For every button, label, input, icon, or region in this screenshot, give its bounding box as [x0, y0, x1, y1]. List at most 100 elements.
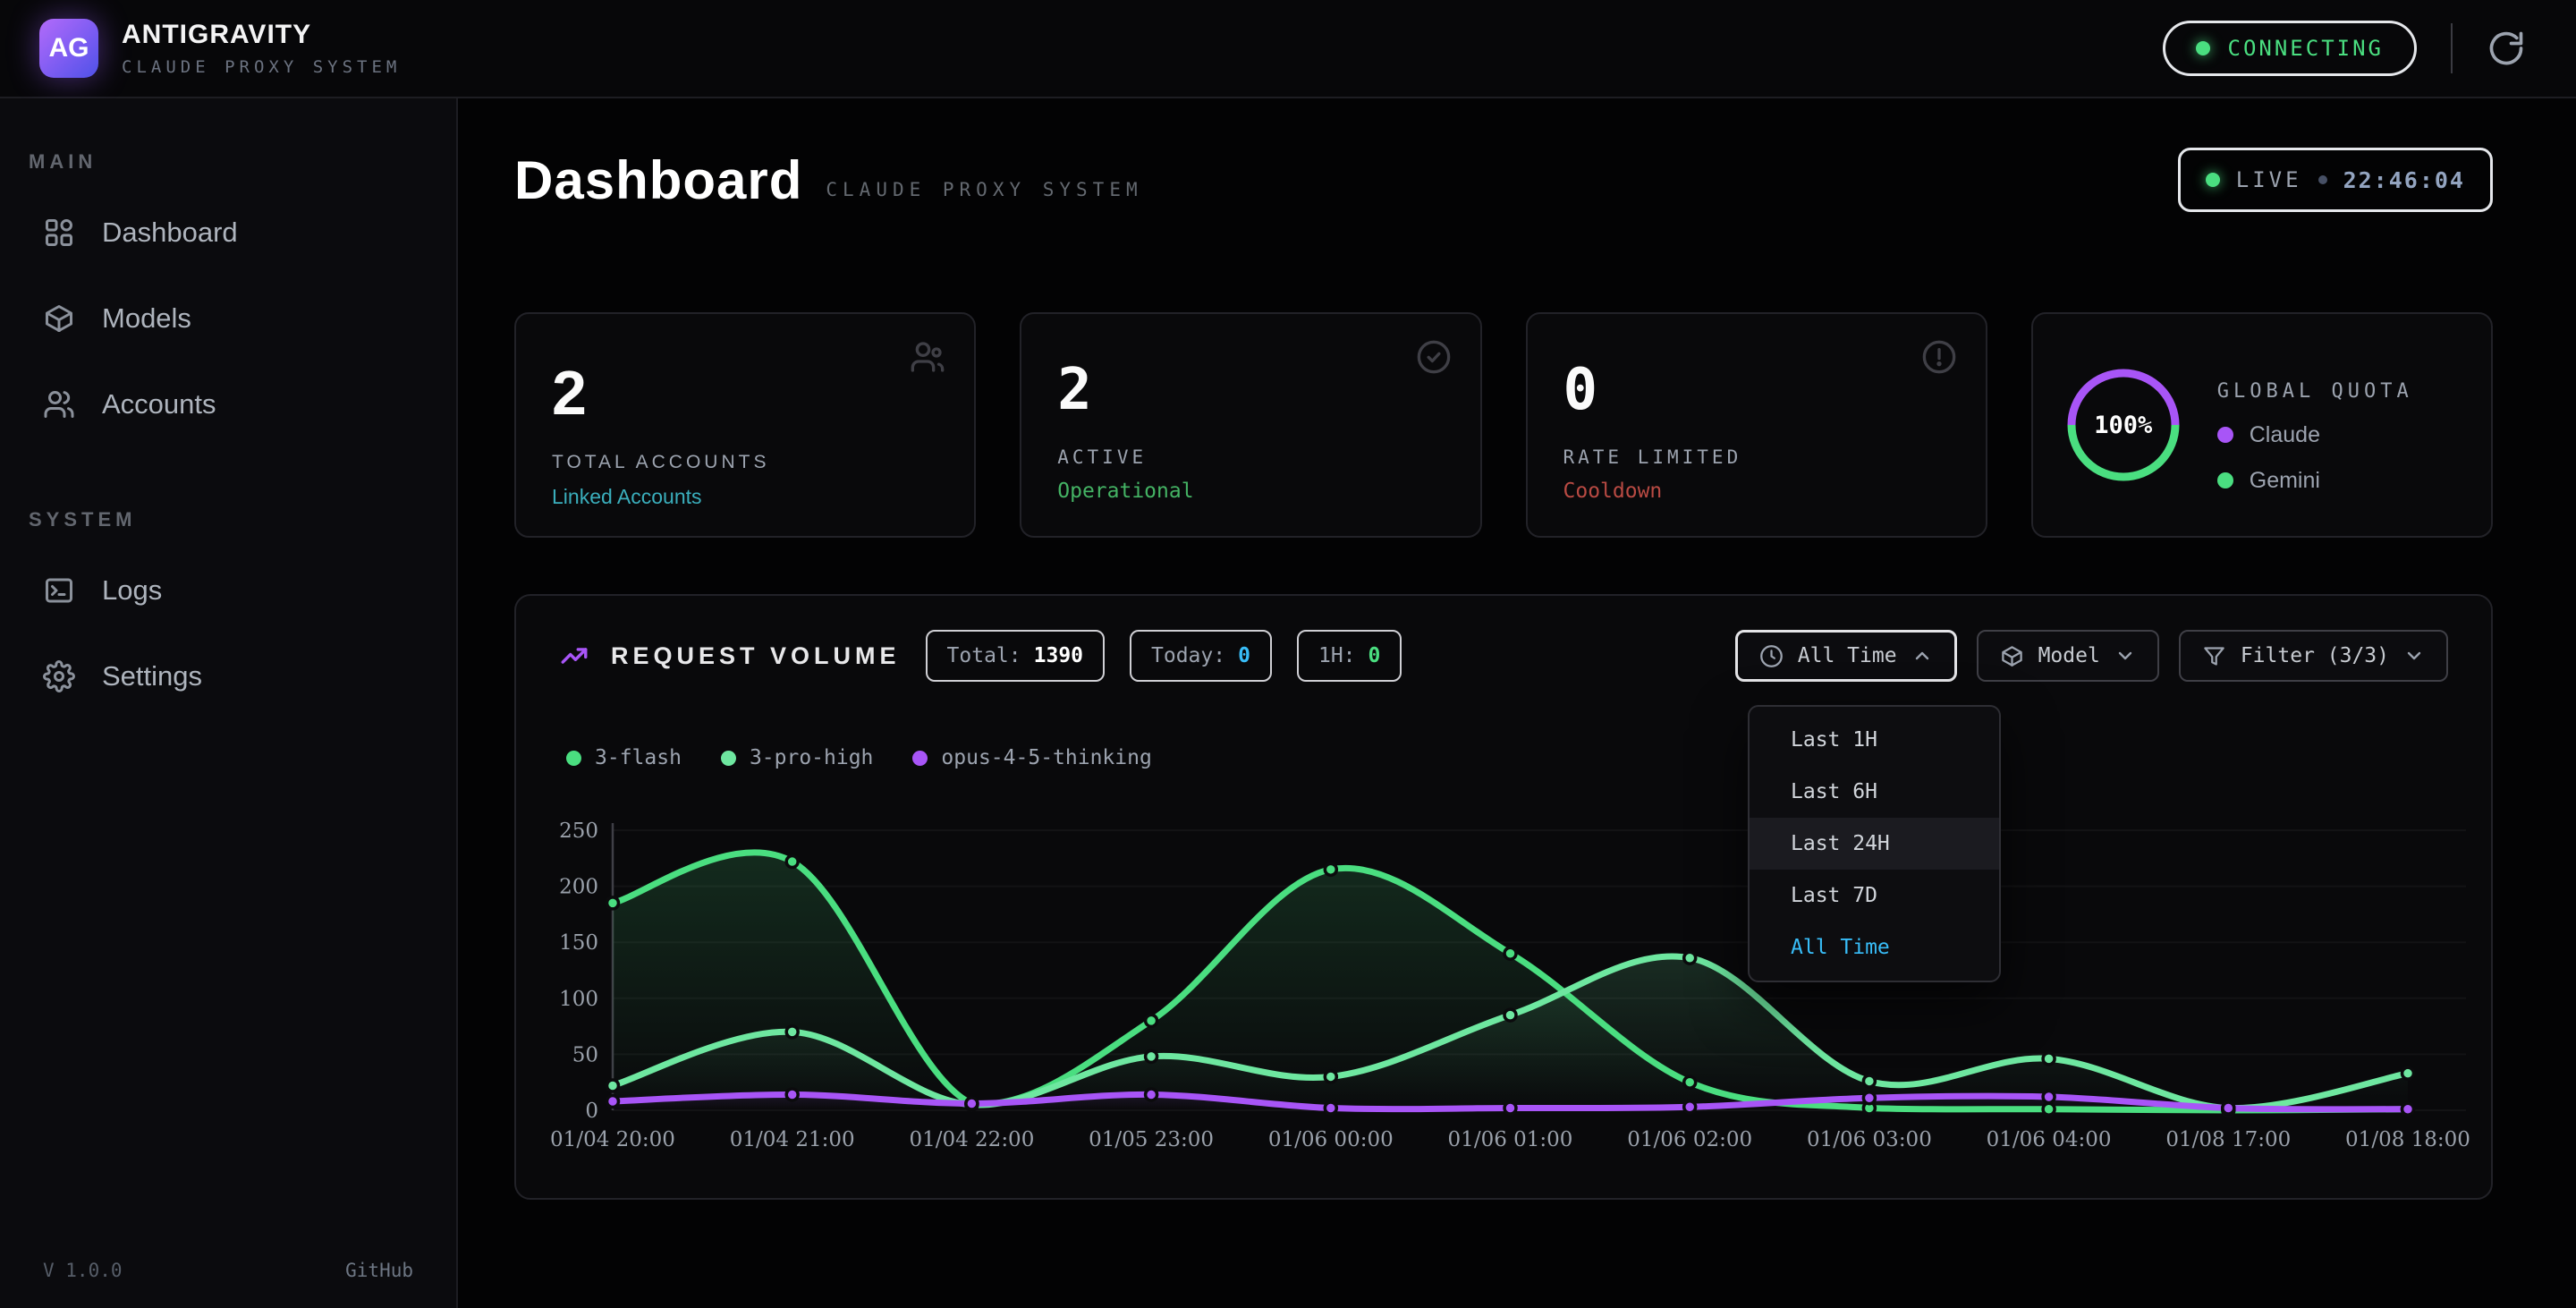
- connection-status-badge: CONNECTING: [2163, 21, 2418, 76]
- today-chip: Today: 0: [1130, 630, 1272, 682]
- alert-circle-icon: [1921, 339, 1957, 375]
- header-divider: [2451, 23, 2453, 73]
- funnel-icon: [2202, 644, 2226, 668]
- x-tick-label: 01/04 21:00: [730, 1128, 855, 1151]
- data-point-3-pro-high[interactable]: [2043, 1053, 2055, 1065]
- stat-sublabel: Operational: [1057, 480, 1444, 503]
- series-dot-icon: [912, 751, 928, 766]
- data-point-3-flash[interactable]: [607, 897, 619, 909]
- page-title: Dashboard: [514, 149, 802, 211]
- legend-item-3-pro-high[interactable]: 3-pro-high: [721, 746, 873, 769]
- data-point-3-pro-high[interactable]: [1325, 1071, 1336, 1083]
- data-point-opus-4-5-thinking[interactable]: [2402, 1103, 2414, 1115]
- data-point-opus-4-5-thinking[interactable]: [1146, 1089, 1157, 1100]
- time-range-button[interactable]: All Time: [1735, 630, 1957, 682]
- clock-value: 22:46:04: [2343, 167, 2465, 193]
- claude-dot-icon: [2217, 427, 2233, 443]
- data-point-3-flash[interactable]: [1504, 947, 1516, 959]
- chevron-down-icon: [2114, 645, 2136, 667]
- check-circle-icon: [1416, 339, 1452, 375]
- x-tick-label: 01/08 18:00: [2345, 1128, 2470, 1151]
- chevron-up-icon: [1911, 645, 1933, 667]
- data-point-opus-4-5-thinking[interactable]: [2043, 1091, 2055, 1102]
- data-point-3-flash[interactable]: [786, 856, 798, 868]
- y-tick-label: 200: [559, 876, 598, 899]
- stat-card-rate-limited: 0 RATE LIMITED Cooldown: [1526, 312, 1987, 538]
- sidebar-item-label: Settings: [102, 660, 202, 692]
- stat-sublabel: Cooldown: [1563, 480, 1950, 503]
- github-link[interactable]: GitHub: [345, 1260, 413, 1281]
- data-point-3-flash[interactable]: [2043, 1103, 2055, 1115]
- data-point-opus-4-5-thinking[interactable]: [2223, 1102, 2234, 1114]
- today-value: 0: [1238, 644, 1250, 667]
- refresh-button[interactable]: [2487, 29, 2526, 68]
- trending-up-icon: [559, 641, 589, 671]
- dropdown-item-last-6h[interactable]: Last 6H: [1750, 766, 1999, 818]
- cube-icon: [43, 302, 75, 335]
- data-point-3-pro-high[interactable]: [607, 1080, 619, 1091]
- data-point-opus-4-5-thinking[interactable]: [607, 1095, 619, 1107]
- one-hour-value: 0: [1368, 644, 1381, 667]
- data-point-3-pro-high[interactable]: [1146, 1050, 1157, 1062]
- request-volume-plot: 05010015020025001/04 20:0001/04 21:0001/…: [516, 802, 2495, 1195]
- y-tick-label: 150: [559, 931, 598, 955]
- status-dot-icon: [2196, 41, 2210, 55]
- dropdown-item-last-24h[interactable]: Last 24H: [1750, 818, 1999, 870]
- y-tick-label: 100: [559, 988, 598, 1011]
- data-point-opus-4-5-thinking[interactable]: [1684, 1101, 1696, 1113]
- y-tick-label: 250: [559, 820, 598, 843]
- data-point-opus-4-5-thinking[interactable]: [966, 1098, 978, 1109]
- sidebar-item-accounts[interactable]: Accounts: [0, 381, 456, 428]
- filter-button[interactable]: Filter (3/3): [2179, 630, 2448, 682]
- x-tick-label: 01/06 03:00: [1807, 1128, 1932, 1151]
- sidebar-item-models[interactable]: Models: [0, 295, 456, 342]
- gear-icon: [43, 660, 75, 692]
- sidebar-item-label: Dashboard: [102, 217, 238, 249]
- series-dot-icon: [566, 751, 581, 766]
- page-subtitle: CLAUDE PROXY SYSTEM: [826, 179, 1142, 200]
- data-point-3-flash[interactable]: [1684, 1076, 1696, 1088]
- dropdown-item-last-7d[interactable]: Last 7D: [1750, 870, 1999, 922]
- live-dot-icon: [2206, 173, 2220, 187]
- quota-legend-gemini: Gemini: [2217, 468, 2413, 494]
- data-point-3-pro-high[interactable]: [786, 1026, 798, 1038]
- brand: AG ANTIGRAVITY CLAUDE PROXY SYSTEM: [39, 19, 401, 78]
- data-point-3-pro-high[interactable]: [1684, 952, 1696, 964]
- users-icon: [910, 339, 945, 375]
- data-point-3-pro-high[interactable]: [1504, 1009, 1516, 1021]
- legend-item-3-flash[interactable]: 3-flash: [566, 746, 682, 769]
- sidebar-item-logs[interactable]: Logs: [0, 567, 456, 614]
- data-point-3-pro-high[interactable]: [1863, 1075, 1875, 1087]
- quota-ring: 100%: [2063, 365, 2183, 485]
- data-point-opus-4-5-thinking[interactable]: [1863, 1092, 1875, 1104]
- stat-card-active: 2 ACTIVE Operational: [1020, 312, 1481, 538]
- quota-legend-claude: Claude: [2217, 422, 2413, 448]
- y-tick-label: 50: [572, 1043, 598, 1066]
- app-name: ANTIGRAVITY: [122, 20, 401, 50]
- dropdown-item-last-1h[interactable]: Last 1H: [1750, 714, 1999, 766]
- data-point-opus-4-5-thinking[interactable]: [1504, 1102, 1516, 1114]
- sidebar-item-settings[interactable]: Settings: [0, 653, 456, 700]
- main-content: Dashboard CLAUDE PROXY SYSTEM LIVE 22:46…: [458, 98, 2576, 1308]
- clock-icon: [1759, 644, 1784, 668]
- data-point-opus-4-5-thinking[interactable]: [786, 1089, 798, 1100]
- sidebar-item-dashboard[interactable]: Dashboard: [0, 209, 456, 256]
- model-filter-button[interactable]: Model: [1977, 630, 2159, 682]
- data-point-3-flash[interactable]: [1325, 863, 1336, 875]
- x-tick-label: 01/05 23:00: [1089, 1128, 1214, 1151]
- separator-dot-icon: [2318, 175, 2327, 184]
- legend-item-opus-4-5-thinking[interactable]: opus-4-5-thinking: [912, 746, 1151, 769]
- dropdown-item-all-time[interactable]: All Time: [1750, 922, 1999, 973]
- x-tick-label: 01/06 02:00: [1627, 1128, 1752, 1151]
- data-point-opus-4-5-thinking[interactable]: [1325, 1102, 1336, 1114]
- stat-sublabel: Linked Accounts: [552, 485, 938, 509]
- live-label: LIVE: [2236, 167, 2302, 192]
- chevron-down-icon: [2403, 645, 2425, 667]
- x-tick-label: 01/06 01:00: [1448, 1128, 1573, 1151]
- time-range-dropdown: Last 1H Last 6H Last 24H Last 7D All Tim…: [1748, 705, 2001, 982]
- data-point-3-pro-high[interactable]: [2402, 1067, 2414, 1079]
- data-point-3-flash[interactable]: [1146, 1015, 1157, 1026]
- stat-value: 2: [1057, 357, 1444, 423]
- sidebar-section-main: MAIN: [0, 150, 456, 174]
- connection-status-label: CONNECTING: [2228, 36, 2385, 61]
